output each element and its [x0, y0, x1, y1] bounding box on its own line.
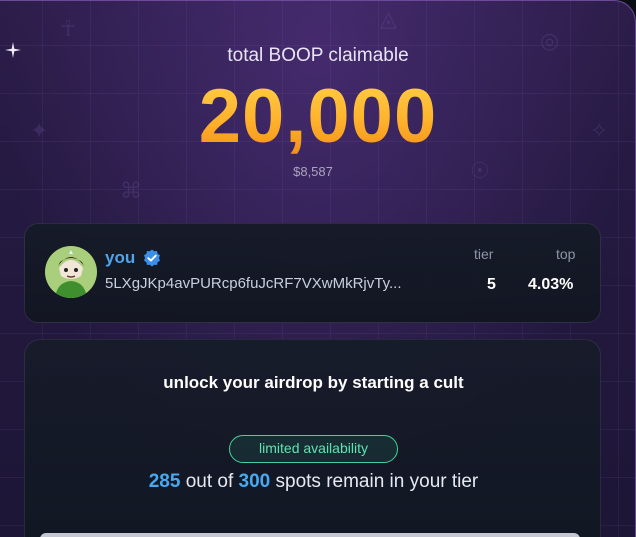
user-name: you: [105, 248, 136, 267]
spots-remaining-count: 285: [148, 471, 181, 492]
tier-label: tier: [474, 246, 494, 262]
tier-value: 5: [487, 276, 496, 293]
avatar[interactable]: [45, 246, 97, 298]
pattern-symbol: ◬: [380, 7, 397, 32]
action-button-edge[interactable]: [40, 533, 580, 537]
cult-title: unlock your airdrop by starting a cult: [163, 373, 464, 392]
pattern-symbol: ⌘: [120, 179, 142, 204]
limited-availability-badge: limited availability: [229, 435, 398, 463]
avatar-image: [45, 246, 97, 298]
spots-suffix-text: spots remain in your tier: [275, 471, 479, 492]
verified-check-icon: [144, 249, 160, 267]
top-value: 4.03%: [528, 276, 574, 293]
top-label: top: [556, 246, 576, 262]
spots-remaining: 285 out of 300 spots remain in your tier: [25, 471, 602, 493]
spots-total-count: 300: [238, 471, 271, 492]
spots-mid-text: out of: [185, 471, 234, 492]
cult-card: unlock your airdrop by starting a cult l…: [24, 339, 601, 537]
user-card: you 5LXgJKp4avPURcp6fuJcRF7VXwMkRjvTy...…: [24, 223, 601, 323]
claimable-label: total BOOP claimable: [227, 45, 409, 66]
claimable-amount: 20,000: [0, 73, 635, 160]
pattern-symbol: ☥: [60, 17, 77, 42]
wallet-address[interactable]: 5LXgJKp4avPURcp6fuJcRF7VXwMkRjvTy...: [105, 275, 402, 292]
claimable-usd-value: $8,587: [293, 164, 333, 179]
airdrop-panel: ☥ ◎ ✦ ☉ ⌘ ✧ ◬ total BOOP claimable 20,00…: [0, 0, 636, 537]
